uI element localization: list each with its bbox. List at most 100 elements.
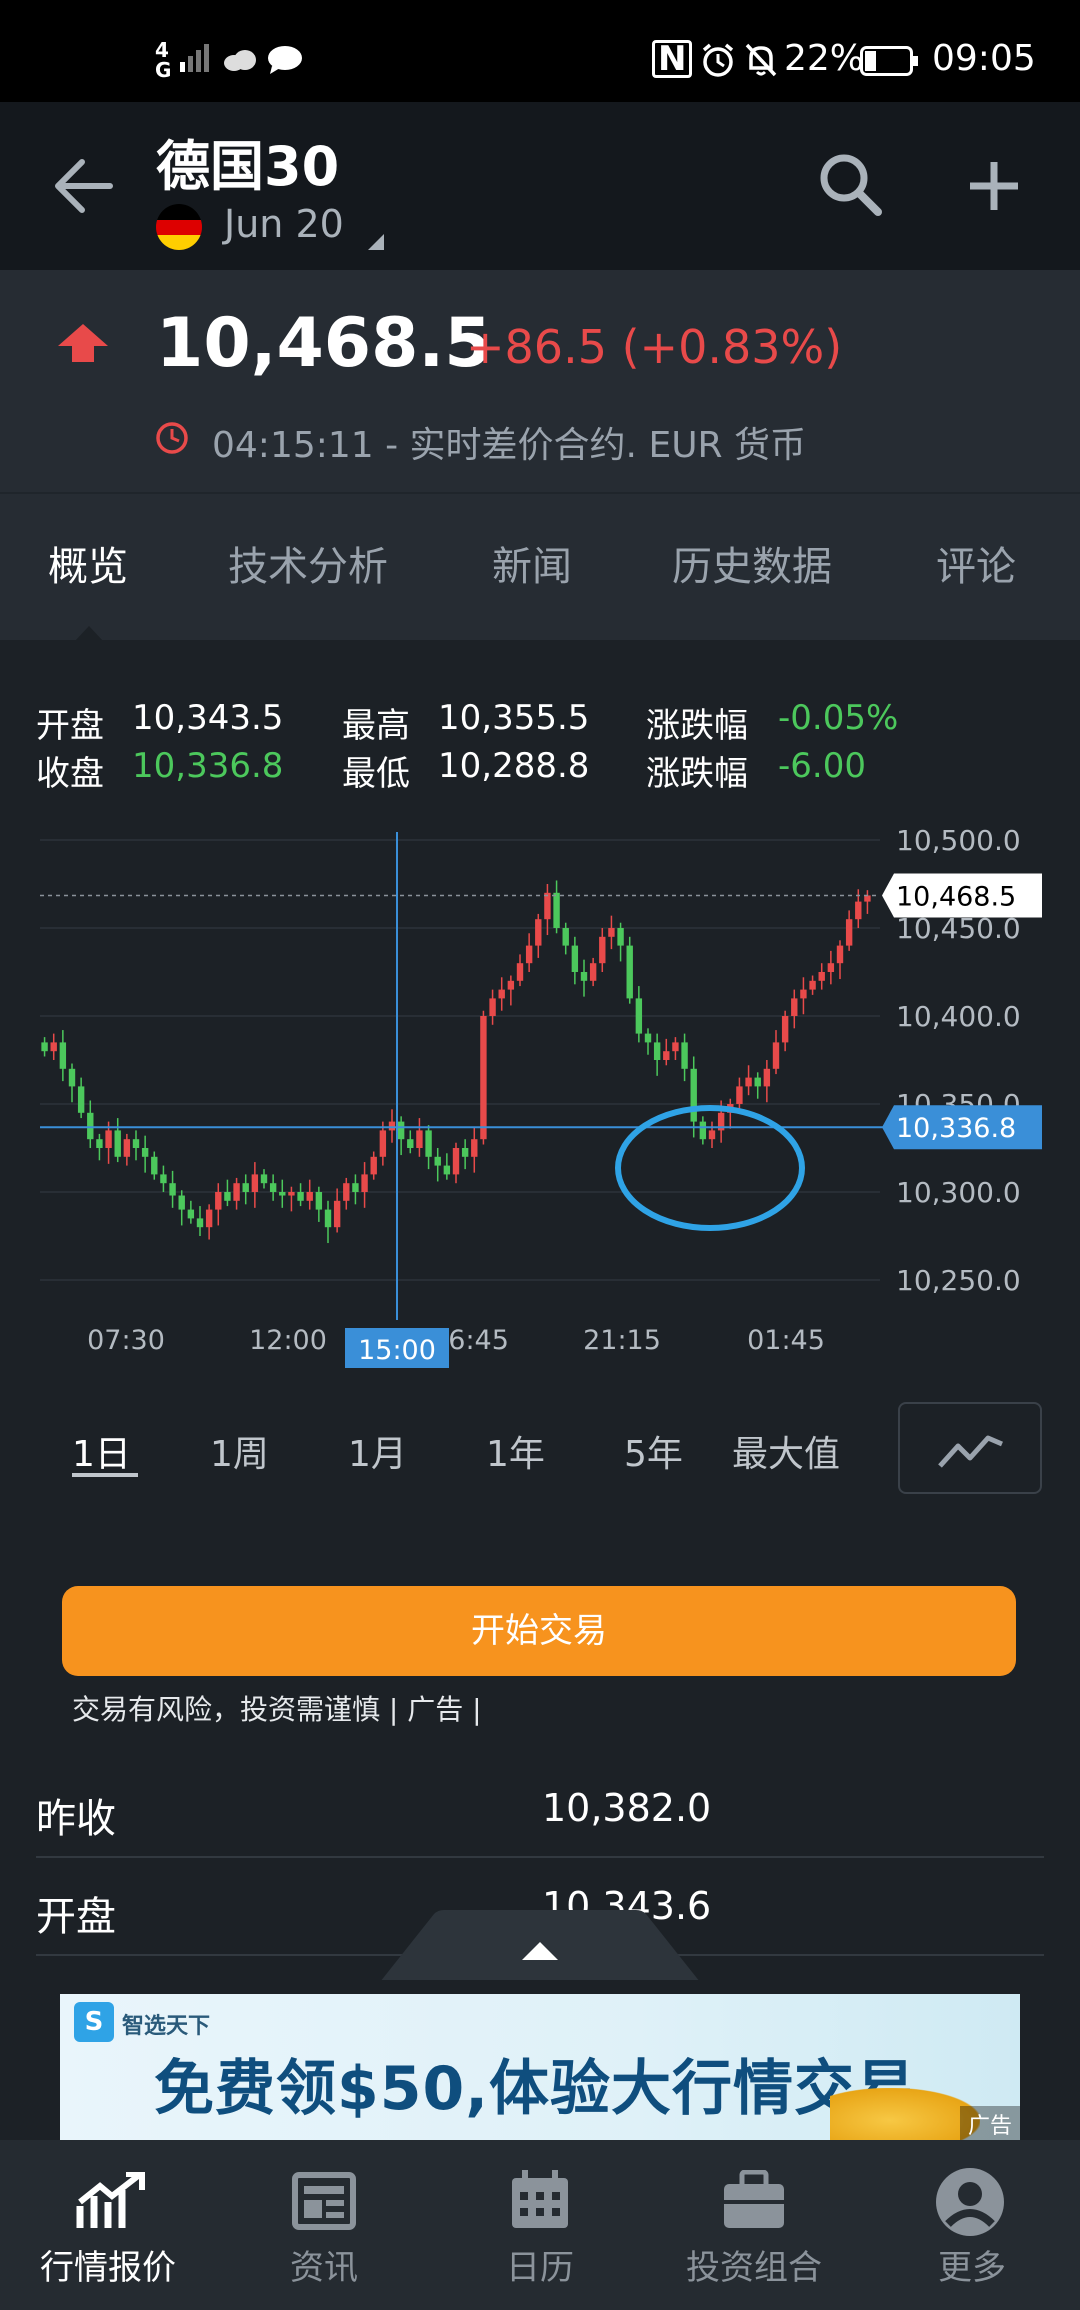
range-active-underline	[72, 1473, 138, 1477]
candle	[480, 1010, 487, 1145]
dropdown-corner-icon[interactable]	[366, 232, 386, 252]
candle	[151, 1151, 158, 1180]
candle	[425, 1125, 432, 1170]
candle	[461, 1139, 469, 1170]
up-arrow-icon	[58, 324, 108, 362]
clock-icon	[156, 422, 188, 454]
candle	[772, 1030, 780, 1075]
app-header: 德国30 Jun 20	[0, 102, 1080, 270]
candle	[690, 1056, 697, 1138]
calendar-icon[interactable]	[508, 2168, 572, 2232]
status-bar: 4G N 22% 09:05	[0, 0, 1080, 102]
crosshair-price-tag-label: 10,336.8	[896, 1113, 1016, 1144]
range-1w[interactable]: 1周	[210, 1425, 269, 1477]
tab-technical[interactable]: 技术分析	[228, 534, 388, 592]
crosshair-time-tag-label: 15:00	[358, 1335, 436, 1366]
y-tick-label: 10,300.0	[896, 1176, 1021, 1209]
back-arrow-icon[interactable]	[52, 158, 114, 214]
expand-handle[interactable]	[380, 1910, 700, 1982]
tab-overview[interactable]: 概览	[48, 534, 128, 592]
tab-news[interactable]: 新闻	[492, 534, 572, 592]
candle	[608, 915, 615, 950]
nav-calendar[interactable]: 日历	[440, 2240, 640, 2289]
ad-coins-graphic	[830, 2088, 980, 2142]
tab-comments[interactable]: 评论	[936, 534, 1016, 592]
candle	[333, 1188, 341, 1233]
x-tick-label: 07:30	[87, 1325, 165, 1356]
candle	[68, 1063, 76, 1103]
contract-selector[interactable]: Jun 20	[224, 202, 344, 246]
tab-bar: 概览 技术分析 新闻 历史数据 评论	[0, 492, 1080, 642]
signal-icon	[180, 44, 209, 72]
highlight-circle	[615, 1105, 805, 1231]
candle	[251, 1162, 259, 1208]
search-icon[interactable]	[818, 152, 884, 218]
range-1d[interactable]: 1日	[72, 1425, 131, 1477]
add-icon[interactable]	[966, 158, 1022, 214]
open-label: 开盘	[36, 706, 104, 746]
y-tick-label: 10,400.0	[896, 1000, 1021, 1033]
change-label: 涨跌幅	[646, 754, 748, 794]
chart-grid	[40, 839, 880, 1281]
candle	[498, 977, 505, 1011]
candle	[644, 1028, 652, 1055]
candle	[727, 1098, 734, 1129]
candle	[791, 989, 798, 1029]
candle	[59, 1030, 67, 1082]
start-trade-button[interactable]: 开始交易	[62, 1586, 1016, 1676]
prev-close-label: 昨收	[36, 1796, 116, 1842]
range-1y[interactable]: 1年	[486, 1425, 545, 1477]
nav-news[interactable]: 资讯	[224, 2240, 424, 2289]
candle	[269, 1174, 277, 1201]
chart-type-button[interactable]	[898, 1402, 1042, 1494]
candle	[443, 1153, 451, 1180]
candle	[224, 1179, 231, 1207]
candle	[800, 977, 807, 1015]
candle	[580, 959, 588, 997]
line-chart-icon	[938, 1435, 1003, 1468]
candle	[434, 1148, 441, 1182]
candle	[132, 1130, 140, 1161]
y-tick-label: 10,250.0	[896, 1264, 1021, 1297]
bottom-navigation: 行情报价 资讯 日历 投资组合 更多	[0, 2140, 1080, 2310]
range-5y[interactable]: 5年	[624, 1425, 683, 1477]
candle	[864, 890, 871, 914]
y-tick-label: 10,500.0	[896, 824, 1021, 857]
nfc-icon: N	[652, 40, 693, 78]
nav-more[interactable]: 更多	[872, 2240, 1072, 2289]
news-icon[interactable]	[292, 2172, 356, 2230]
candle	[370, 1151, 377, 1180]
candle	[160, 1165, 167, 1192]
candle	[388, 1109, 396, 1143]
candle	[754, 1072, 761, 1099]
instrument-title: 德国30	[156, 135, 340, 198]
candle	[663, 1038, 670, 1066]
candle	[653, 1033, 661, 1076]
alarm-icon	[702, 43, 734, 77]
candle	[507, 975, 515, 1006]
tab-historical[interactable]: 历史数据	[672, 534, 832, 592]
nav-quotes[interactable]: 行情报价	[8, 2240, 208, 2289]
price-chart[interactable]: 10,500.010,450.010,400.010,350.010,300.0…	[0, 820, 1080, 1380]
range-1m[interactable]: 1月	[348, 1425, 407, 1477]
ad-brand: 智选天下	[122, 2014, 211, 2039]
ad-banner[interactable]: S 智选天下 免费领$50,体验大行情交易 广告	[60, 1994, 1020, 2142]
candle	[708, 1121, 716, 1148]
candle	[233, 1177, 240, 1210]
portfolio-icon[interactable]	[722, 2170, 786, 2230]
candle	[745, 1065, 752, 1096]
range-max[interactable]: 最大值	[732, 1425, 840, 1477]
nav-portfolio[interactable]: 投资组合	[654, 2240, 854, 2289]
candle	[681, 1033, 688, 1082]
candle	[41, 1037, 48, 1057]
x-axis: 07:30 12:00 16:45 21:15 01:45	[87, 1325, 825, 1356]
candle	[178, 1190, 185, 1226]
candle	[306, 1179, 313, 1210]
profile-icon[interactable]	[934, 2166, 1006, 2238]
candle	[489, 989, 496, 1025]
x-tick-label: 01:45	[747, 1325, 825, 1356]
quotes-chart-icon[interactable]	[76, 2172, 146, 2232]
candle	[699, 1116, 707, 1145]
candle	[763, 1060, 771, 1103]
candle	[553, 880, 560, 934]
